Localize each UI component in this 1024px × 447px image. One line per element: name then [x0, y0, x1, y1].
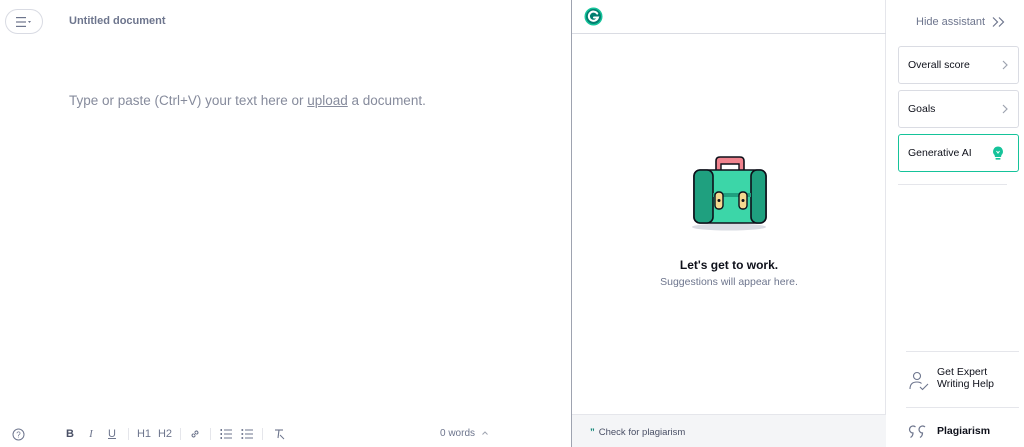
- get-expert-writing-help-button[interactable]: Get Expert Writing Help: [908, 366, 1018, 396]
- upload-link[interactable]: upload: [307, 93, 348, 108]
- goals-card[interactable]: Goals: [898, 90, 1019, 128]
- toolbar-divider: [210, 428, 211, 440]
- plagiarism-button[interactable]: Plagiarism: [908, 422, 1018, 442]
- plagiarism-label: Plagiarism: [937, 425, 991, 437]
- panel-divider: [906, 351, 1019, 352]
- editor-pane: Untitled document Type or paste (Ctrl+V)…: [0, 0, 571, 447]
- svg-text:?: ?: [16, 430, 21, 439]
- heading1-button[interactable]: H1: [136, 426, 152, 442]
- assistant-pane: Let's get to work. Suggestions will appe…: [571, 0, 886, 447]
- check-plagiarism-label: Check for plagiarism: [598, 427, 686, 438]
- numbered-list-icon: [220, 429, 232, 439]
- link-button[interactable]: [188, 426, 202, 442]
- main-menu-button[interactable]: [5, 9, 43, 34]
- help-button[interactable]: ?: [11, 426, 25, 442]
- link-icon: [191, 430, 199, 438]
- italic-button[interactable]: I: [85, 426, 97, 442]
- generative-ai-card[interactable]: Generative AI: [898, 134, 1019, 172]
- double-chevron-right-icon: [992, 17, 1005, 27]
- bold-button[interactable]: B: [64, 426, 76, 442]
- expert-label-line1: Get Expert: [937, 366, 988, 378]
- document-title[interactable]: Untitled document: [69, 15, 166, 27]
- empty-state-subtitle: Suggestions will appear here.: [660, 276, 798, 288]
- underline-button[interactable]: U: [106, 426, 118, 442]
- hamburger-menu-icon: [16, 16, 31, 27]
- briefcase-illustration-icon: [692, 156, 767, 231]
- expert-person-icon: [909, 371, 929, 391]
- numbered-list-button[interactable]: [219, 426, 233, 442]
- help-circle-icon: ?: [12, 428, 24, 440]
- expert-label-line2: Writing Help: [937, 378, 994, 390]
- assistant-footer: ” Check for plagiarism: [572, 414, 886, 447]
- chevron-right-icon: [1002, 60, 1008, 70]
- placeholder-text: Type or paste (Ctrl+V) your text here or: [69, 93, 308, 108]
- hide-assistant-button[interactable]: Hide assistant: [916, 16, 1007, 28]
- placeholder-text-end: a document.: [347, 93, 426, 108]
- toolbar-divider: [128, 428, 129, 440]
- goals-label: Goals: [908, 103, 936, 115]
- generative-ai-label: Generative AI: [908, 147, 972, 159]
- clear-formatting-icon: [275, 429, 285, 440]
- check-plagiarism-link[interactable]: ” Check for plagiarism: [590, 427, 685, 438]
- clear-formatting-button[interactable]: [272, 426, 286, 442]
- assistant-header: [572, 0, 886, 34]
- hide-assistant-label: Hide assistant: [916, 16, 986, 28]
- overall-score-label: Overall score: [908, 59, 970, 71]
- empty-state-title: Let's get to work.: [679, 258, 779, 272]
- caret-up-icon: [481, 431, 488, 435]
- expert-label: Get Expert Writing Help: [937, 366, 994, 390]
- quote-icon: ”: [590, 427, 595, 438]
- grammarly-logo-icon: [584, 7, 603, 26]
- panel-divider: [906, 407, 1019, 408]
- right-panel: Hide assistant Overall score Goals Gener…: [886, 0, 1024, 447]
- bullet-list-icon: [240, 429, 253, 439]
- word-count[interactable]: 0 words: [440, 428, 489, 439]
- quote-marks-icon: [909, 425, 926, 439]
- toolbar-divider: [262, 428, 263, 440]
- editor-placeholder[interactable]: Type or paste (Ctrl+V) your text here or…: [69, 93, 426, 108]
- chevron-right-icon: [1002, 104, 1008, 114]
- bullet-list-button[interactable]: [240, 426, 254, 442]
- overall-score-card[interactable]: Overall score: [898, 46, 1019, 84]
- heading2-button[interactable]: H2: [157, 426, 173, 442]
- word-count-label: 0 words: [440, 428, 476, 439]
- formatting-toolbar: ? B I U H1 H2 0 words: [0, 420, 571, 447]
- panel-divider: [898, 184, 1007, 185]
- toolbar-divider: [180, 428, 181, 440]
- lightbulb-icon: [993, 146, 1003, 160]
